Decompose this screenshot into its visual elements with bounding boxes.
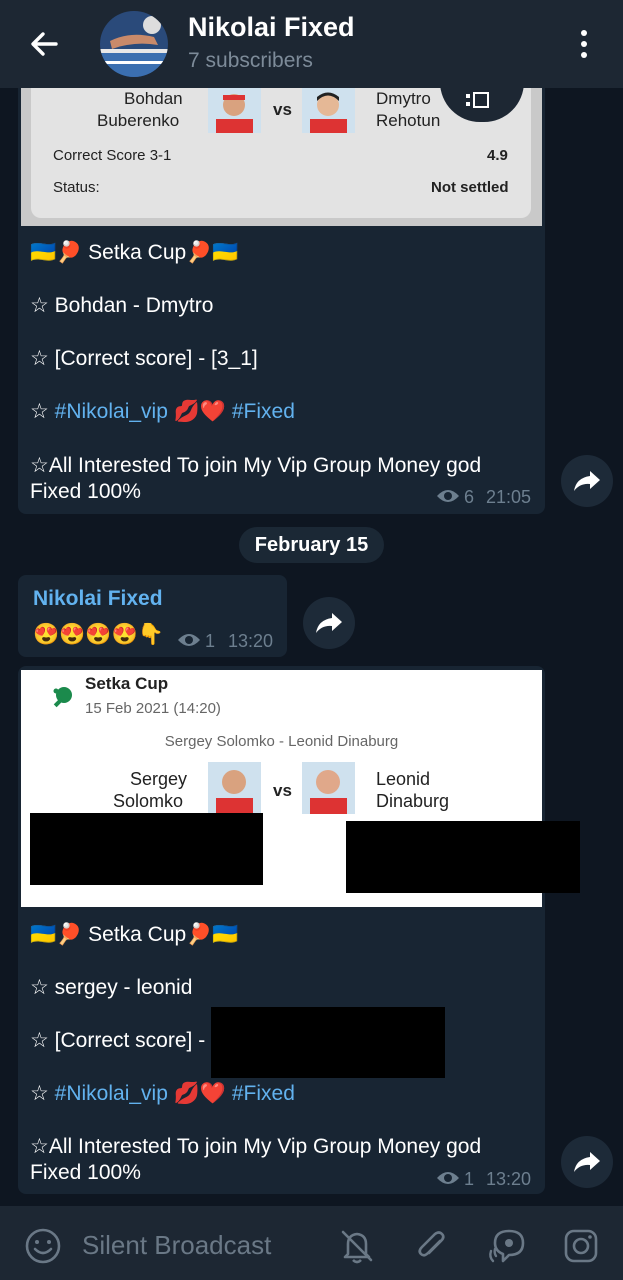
hashtag-link[interactable]: #Nikolai_vip — [55, 400, 168, 423]
player2-photo — [302, 88, 355, 133]
camera-icon[interactable] — [562, 1227, 600, 1270]
star-text: ☆ — [30, 400, 55, 423]
emoji-icon[interactable] — [24, 1227, 62, 1270]
emoji-message: 😍😍😍😍👇 — [33, 623, 164, 646]
message-line: ☆All Interested To join My Vip Group Mon… — [30, 1135, 482, 1158]
bet-odds: 4.9 — [487, 147, 508, 164]
eye-icon — [436, 1168, 460, 1193]
message-line: Fixed 100% — [30, 480, 141, 503]
date-separator-label: February 15 — [254, 534, 369, 556]
player2-first-name: Leonid — [376, 769, 431, 789]
emoji-text: 💋❤️ — [167, 1082, 232, 1105]
top-app-bar: Nikolai Fixed 7 subscribers — [0, 0, 623, 88]
message-time: 21:05 — [486, 487, 532, 507]
player2-last-name: Rehotun — [376, 111, 441, 130]
message-author[interactable]: Nikolai Fixed — [33, 587, 163, 611]
player1-first-name: Sergey — [130, 769, 188, 789]
status-label: Status: — [53, 179, 100, 196]
status-value: Not settled — [431, 179, 509, 196]
player1-photo — [208, 762, 261, 814]
event-datetime: 15 Feb 2021 (14:20) — [85, 700, 221, 717]
share-button[interactable] — [561, 1136, 613, 1188]
share-icon — [574, 1152, 600, 1172]
share-button[interactable] — [303, 597, 355, 649]
message-line: 🇺🇦🏓 Setka Cup🏓🇺🇦 — [30, 923, 239, 946]
message-line: 🇺🇦🏓 Setka Cup🏓🇺🇦 — [30, 241, 239, 264]
hashtag-link[interactable]: #Fixed — [232, 1082, 295, 1105]
channel-avatar[interactable] — [100, 11, 168, 77]
player1-photo — [208, 88, 261, 133]
view-count: 6 — [464, 487, 475, 507]
match-title: Sergey Solomko - Leonid Dinaburg — [164, 733, 399, 750]
attach-icon[interactable] — [412, 1227, 450, 1270]
message-line: ☆ sergey - leonid — [30, 976, 193, 999]
player2-last-name: Dinaburg — [376, 791, 450, 811]
eye-icon — [177, 630, 201, 655]
subscriber-count: 7 subscribers — [188, 49, 313, 72]
voice-chat-icon[interactable] — [487, 1225, 531, 1272]
bet-label: Correct Score 3-1 — [53, 147, 172, 164]
player2-first-name: Dmytro — [376, 89, 431, 108]
message-line: ☆ [Correct score] - — [30, 1029, 206, 1052]
message-line: Fixed 100% — [30, 1161, 141, 1184]
message-line: ☆ #Nikolai_vip 💋❤️ #Fixed — [30, 1081, 295, 1107]
bell-off-icon[interactable] — [338, 1227, 376, 1270]
message-time: 13:20 — [228, 631, 274, 651]
message-line: ☆All Interested To join My Vip Group Mon… — [30, 454, 482, 477]
vs-label: vs — [273, 100, 292, 119]
emoji-text: 💋❤️ — [167, 400, 232, 423]
event-name: Setka Cup — [85, 674, 169, 693]
share-icon — [574, 471, 600, 491]
message-line: ☆ [Correct score] - [3_1] — [30, 347, 258, 370]
eye-icon — [436, 486, 460, 511]
more-vertical-icon[interactable] — [572, 26, 596, 62]
channel-title[interactable]: Nikolai Fixed — [188, 12, 355, 43]
view-count: 1 — [205, 631, 216, 651]
star-text: ☆ — [30, 1082, 55, 1105]
share-icon — [316, 613, 342, 633]
hashtag-link[interactable]: #Nikolai_vip — [55, 1082, 168, 1105]
player1-last-name: Solomko — [113, 791, 184, 811]
silent-broadcast-label[interactable]: Silent Broadcast — [82, 1230, 271, 1261]
redaction-box — [346, 821, 580, 893]
table-tennis-icon — [50, 684, 76, 715]
redaction-box — [30, 813, 263, 885]
share-button[interactable] — [561, 455, 613, 507]
view-count: 1 — [464, 1169, 475, 1189]
redaction-box — [211, 1007, 445, 1078]
back-arrow-icon[interactable] — [26, 26, 62, 62]
hashtag-link[interactable]: #Fixed — [232, 400, 295, 423]
player1-last-name: Buberenko — [97, 111, 180, 130]
message-line: ☆ Bohdan - Dmytro — [30, 294, 214, 317]
player2-photo — [302, 762, 355, 814]
vs-label: vs — [273, 781, 292, 800]
message-time: 13:20 — [486, 1169, 532, 1189]
date-separator: February 15 — [239, 527, 384, 563]
message-line: ☆ #Nikolai_vip 💋❤️ #Fixed — [30, 399, 295, 425]
player1-first-name: Bohdan — [124, 89, 183, 108]
